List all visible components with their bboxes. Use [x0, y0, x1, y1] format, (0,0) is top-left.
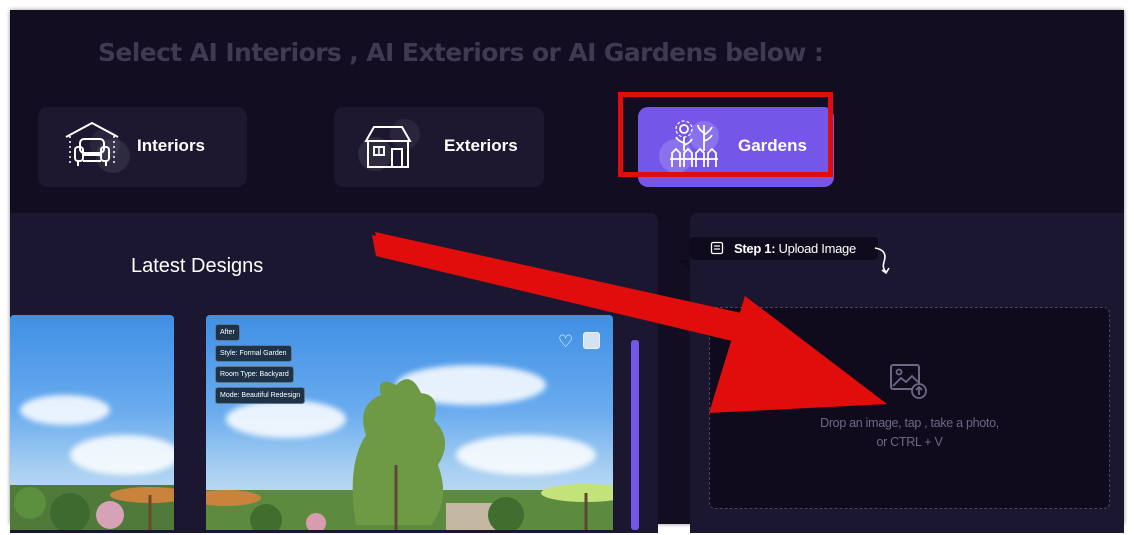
- garden-flowers-icon: [670, 120, 718, 167]
- image-upload-icon: [890, 364, 927, 399]
- design-tag: Room Type: Backyard: [215, 366, 294, 383]
- design-tag: Style: Formal Garden: [215, 345, 292, 362]
- scrollbar[interactable]: [631, 340, 639, 530]
- latest-designs-title: Latest Designs: [131, 255, 264, 277]
- select-checkbox[interactable]: [583, 332, 600, 349]
- exteriors-label: Exteriors: [444, 136, 518, 155]
- step-tag-notch: [678, 260, 690, 272]
- gardens-tab[interactable]: Gardens: [638, 107, 834, 187]
- design-tag: After: [215, 324, 240, 341]
- design-card[interactable]: After Style: Formal Garden Room Type: Ba…: [206, 315, 613, 530]
- design-tag: Mode: Beautiful Redesign: [215, 387, 306, 404]
- interiors-label: Interiors: [137, 136, 206, 155]
- drop-instructions-line1: Drop an image, tap , take a photo,: [820, 416, 999, 430]
- curved-arrow-icon: [874, 247, 890, 275]
- interiors-tab[interactable]: Interiors: [38, 107, 247, 187]
- house-icon: [364, 126, 412, 168]
- step-label: Step 1: Upload Image: [734, 241, 856, 256]
- drop-instructions-line2: or CTRL + V: [876, 435, 943, 449]
- step-number: Step 1:: [734, 241, 776, 256]
- garden-photo: [10, 485, 174, 530]
- armchair-icon: [65, 121, 119, 166]
- gardens-label: Gardens: [738, 136, 807, 155]
- page-heading: Select AI Interiors , AI Exteriors or AI…: [98, 38, 824, 67]
- exteriors-tab[interactable]: Exteriors: [334, 107, 544, 187]
- document-icon: [710, 241, 724, 255]
- step-title: Upload Image: [775, 241, 857, 256]
- image-dropzone[interactable]: [709, 307, 1110, 509]
- design-card-thumbnail[interactable]: [10, 315, 174, 530]
- favorite-heart-icon[interactable]: ♡: [558, 332, 573, 352]
